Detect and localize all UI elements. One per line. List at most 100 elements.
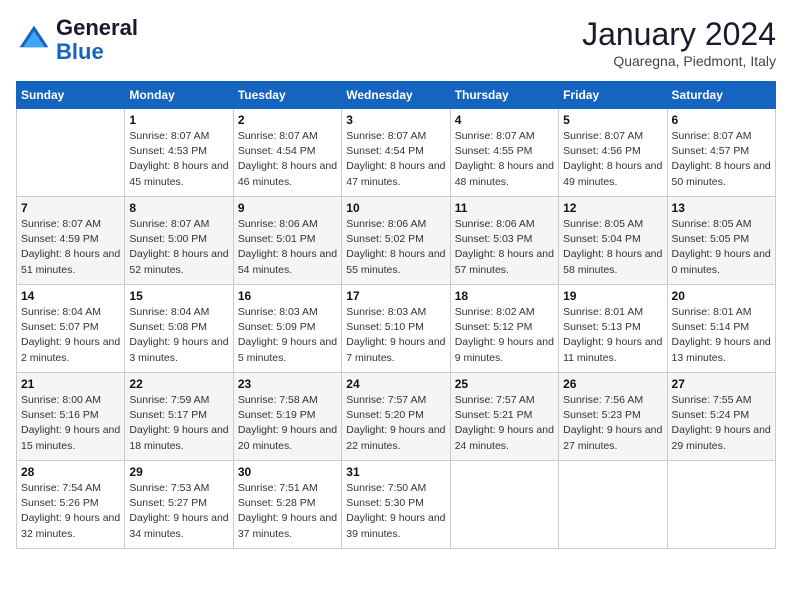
calendar-cell: 2Sunrise: 8:07 AMSunset: 4:54 PMDaylight…: [233, 109, 341, 197]
calendar-cell: 22 Sunrise: 7:59 AMSunset: 5:17 PMDayligh…: [125, 373, 233, 461]
page-header: General Blue January 2024 Quaregna, Pied…: [16, 16, 776, 69]
calendar-cell: 12 Sunrise: 8:05 AMSunset: 5:04 PMDayligh…: [559, 197, 667, 285]
day-info: Sunrise: 7:51 AMSunset: 5:28 PMDaylight:…: [238, 481, 337, 542]
calendar-cell: 28 Sunrise: 7:54 AMSunset: 5:26 PMDayligh…: [17, 461, 125, 549]
day-info: Sunrise: 8:06 AMSunset: 5:03 PMDaylight:…: [455, 217, 554, 278]
calendar-cell: 14Sunrise: 8:04 AMSunset: 5:07 PMDayligh…: [17, 285, 125, 373]
day-info: Sunrise: 7:59 AMSunset: 5:17 PMDaylight:…: [129, 393, 228, 454]
day-info: Sunrise: 7:55 AMSunset: 5:24 PMDaylight:…: [672, 393, 771, 454]
calendar-cell: 20 Sunrise: 8:01 AMSunset: 5:14 PMDayligh…: [667, 285, 775, 373]
calendar-cell: 24Sunrise: 7:57 AMSunset: 5:20 PMDayligh…: [342, 373, 450, 461]
day-info: Sunrise: 8:07 AMSunset: 4:57 PMDaylight:…: [672, 129, 771, 190]
day-info: Sunrise: 8:04 AMSunset: 5:07 PMDaylight:…: [21, 305, 120, 366]
day-info: Sunrise: 8:03 AMSunset: 5:09 PMDaylight:…: [238, 305, 337, 366]
calendar-cell: 17 Sunrise: 8:03 AMSunset: 5:10 PMDayligh…: [342, 285, 450, 373]
calendar-cell: 8 Sunrise: 8:07 AMSunset: 5:00 PMDaylight…: [125, 197, 233, 285]
day-info: Sunrise: 8:07 AMSunset: 5:00 PMDaylight:…: [129, 217, 228, 278]
calendar-cell: 25Sunrise: 7:57 AMSunset: 5:21 PMDayligh…: [450, 373, 558, 461]
calendar-cell: 26 Sunrise: 7:56 AMSunset: 5:23 PMDayligh…: [559, 373, 667, 461]
day-number: 15: [129, 289, 228, 303]
day-number: 11: [455, 201, 554, 215]
calendar-cell: 29Sunrise: 7:53 AMSunset: 5:27 PMDayligh…: [125, 461, 233, 549]
day-number: 13: [672, 201, 771, 215]
calendar-cell: 15 Sunrise: 8:04 AMSunset: 5:08 PMDayligh…: [125, 285, 233, 373]
calendar-cell: 3 Sunrise: 8:07 AMSunset: 4:54 PMDaylight…: [342, 109, 450, 197]
day-number: 2: [238, 113, 337, 127]
logo: General Blue: [16, 16, 138, 64]
day-info: Sunrise: 8:05 AMSunset: 5:05 PMDaylight:…: [672, 217, 771, 278]
day-number: 18: [455, 289, 554, 303]
calendar-week-3: 14Sunrise: 8:04 AMSunset: 5:07 PMDayligh…: [17, 285, 776, 373]
day-number: 17: [346, 289, 445, 303]
calendar-body: 1Sunrise: 8:07 AMSunset: 4:53 PMDaylight…: [17, 109, 776, 549]
day-info: Sunrise: 7:54 AMSunset: 5:26 PMDaylight:…: [21, 481, 120, 542]
day-info: Sunrise: 8:00 AMSunset: 5:16 PMDaylight:…: [21, 393, 120, 454]
day-number: 12: [563, 201, 662, 215]
day-info: Sunrise: 8:01 AMSunset: 5:13 PMDaylight:…: [563, 305, 662, 366]
day-info: Sunrise: 8:07 AMSunset: 4:59 PMDaylight:…: [21, 217, 120, 278]
day-info: Sunrise: 7:57 AMSunset: 5:21 PMDaylight:…: [455, 393, 554, 454]
weekday-header-monday: Monday: [125, 82, 233, 109]
day-info: Sunrise: 7:56 AMSunset: 5:23 PMDaylight:…: [563, 393, 662, 454]
calendar-cell: [17, 109, 125, 197]
calendar-cell: 7 Sunrise: 8:07 AMSunset: 4:59 PMDaylight…: [17, 197, 125, 285]
calendar-cell: [450, 461, 558, 549]
calendar-week-2: 7 Sunrise: 8:07 AMSunset: 4:59 PMDaylight…: [17, 197, 776, 285]
month-title: January 2024: [582, 16, 776, 53]
calendar-cell: 16 Sunrise: 8:03 AMSunset: 5:09 PMDayligh…: [233, 285, 341, 373]
logo-icon: [16, 22, 52, 58]
day-number: 28: [21, 465, 120, 479]
day-info: Sunrise: 8:07 AMSunset: 4:55 PMDaylight:…: [455, 129, 554, 190]
weekday-header-wednesday: Wednesday: [342, 82, 450, 109]
calendar-cell: 4 Sunrise: 8:07 AMSunset: 4:55 PMDaylight…: [450, 109, 558, 197]
location-subtitle: Quaregna, Piedmont, Italy: [582, 53, 776, 69]
day-info: Sunrise: 8:02 AMSunset: 5:12 PMDaylight:…: [455, 305, 554, 366]
weekday-header-thursday: Thursday: [450, 82, 558, 109]
calendar-week-4: 21Sunrise: 8:00 AMSunset: 5:16 PMDayligh…: [17, 373, 776, 461]
calendar-cell: 23Sunrise: 7:58 AMSunset: 5:19 PMDayligh…: [233, 373, 341, 461]
day-number: 26: [563, 377, 662, 391]
day-info: Sunrise: 8:05 AMSunset: 5:04 PMDaylight:…: [563, 217, 662, 278]
day-number: 22: [129, 377, 228, 391]
day-number: 7: [21, 201, 120, 215]
day-info: Sunrise: 8:01 AMSunset: 5:14 PMDaylight:…: [672, 305, 771, 366]
calendar-cell: 18 Sunrise: 8:02 AMSunset: 5:12 PMDayligh…: [450, 285, 558, 373]
calendar-cell: 21Sunrise: 8:00 AMSunset: 5:16 PMDayligh…: [17, 373, 125, 461]
calendar-cell: 31 Sunrise: 7:50 AMSunset: 5:30 PMDayligh…: [342, 461, 450, 549]
calendar-cell: 30Sunrise: 7:51 AMSunset: 5:28 PMDayligh…: [233, 461, 341, 549]
day-info: Sunrise: 7:53 AMSunset: 5:27 PMDaylight:…: [129, 481, 228, 542]
day-info: Sunrise: 8:03 AMSunset: 5:10 PMDaylight:…: [346, 305, 445, 366]
title-block: January 2024 Quaregna, Piedmont, Italy: [582, 16, 776, 69]
day-info: Sunrise: 7:50 AMSunset: 5:30 PMDaylight:…: [346, 481, 445, 542]
calendar-header: SundayMondayTuesdayWednesdayThursdayFrid…: [17, 82, 776, 109]
calendar-cell: 9 Sunrise: 8:06 AMSunset: 5:01 PMDaylight…: [233, 197, 341, 285]
day-number: 3: [346, 113, 445, 127]
day-number: 20: [672, 289, 771, 303]
day-info: Sunrise: 8:07 AMSunset: 4:53 PMDaylight:…: [129, 129, 228, 190]
calendar-cell: 10Sunrise: 8:06 AMSunset: 5:02 PMDayligh…: [342, 197, 450, 285]
day-info: Sunrise: 8:07 AMSunset: 4:54 PMDaylight:…: [346, 129, 445, 190]
weekday-header-sunday: Sunday: [17, 82, 125, 109]
day-info: Sunrise: 8:06 AMSunset: 5:01 PMDaylight:…: [238, 217, 337, 278]
calendar-cell: 5Sunrise: 8:07 AMSunset: 4:56 PMDaylight…: [559, 109, 667, 197]
logo-text: General Blue: [56, 16, 138, 64]
calendar-week-5: 28 Sunrise: 7:54 AMSunset: 5:26 PMDayligh…: [17, 461, 776, 549]
day-number: 5: [563, 113, 662, 127]
weekday-row: SundayMondayTuesdayWednesdayThursdayFrid…: [17, 82, 776, 109]
calendar-cell: 11 Sunrise: 8:06 AMSunset: 5:03 PMDayligh…: [450, 197, 558, 285]
calendar-cell: 27Sunrise: 7:55 AMSunset: 5:24 PMDayligh…: [667, 373, 775, 461]
calendar-cell: 6 Sunrise: 8:07 AMSunset: 4:57 PMDaylight…: [667, 109, 775, 197]
day-number: 4: [455, 113, 554, 127]
day-number: 8: [129, 201, 228, 215]
day-number: 24: [346, 377, 445, 391]
calendar-cell: [559, 461, 667, 549]
day-number: 31: [346, 465, 445, 479]
calendar-cell: 13 Sunrise: 8:05 AMSunset: 5:05 PMDayligh…: [667, 197, 775, 285]
calendar-cell: 1Sunrise: 8:07 AMSunset: 4:53 PMDaylight…: [125, 109, 233, 197]
day-info: Sunrise: 8:04 AMSunset: 5:08 PMDaylight:…: [129, 305, 228, 366]
day-info: Sunrise: 7:58 AMSunset: 5:19 PMDaylight:…: [238, 393, 337, 454]
day-number: 16: [238, 289, 337, 303]
day-number: 6: [672, 113, 771, 127]
day-number: 9: [238, 201, 337, 215]
day-number: 19: [563, 289, 662, 303]
